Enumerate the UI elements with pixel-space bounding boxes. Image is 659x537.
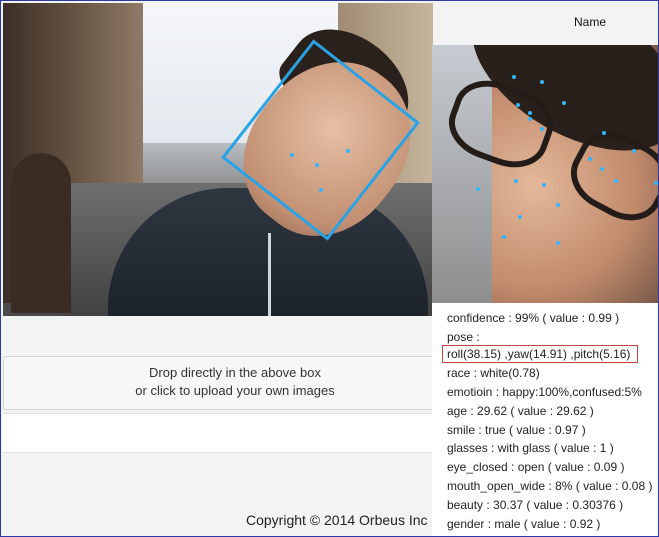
attr-gender: gender : male ( value : 0.92 ): [447, 517, 601, 531]
landmark-dot: [512, 75, 516, 79]
landmark-dot: [588, 157, 592, 161]
landmark-dot: [600, 167, 604, 171]
landmark-dot: [540, 80, 544, 84]
attr-confidence: confidence : 99% ( value : 0.99 ): [447, 311, 620, 325]
landmark-dot: [290, 153, 294, 157]
landmark-dot: [556, 241, 560, 245]
face-crop-preview: [432, 45, 658, 303]
name-column-header: Name: [574, 15, 607, 29]
landmark-dot: [540, 127, 544, 131]
attr-eye-closed: eye_closed : open ( value : 0.09 ): [447, 460, 625, 474]
divider-band: [3, 413, 433, 453]
landmark-dot: [476, 187, 480, 191]
attr-race: race : white(0.78): [447, 366, 540, 380]
attr-smile: smile : true ( value : 0.97 ): [447, 423, 586, 437]
landmark-dot: [614, 179, 618, 183]
landmark-dot: [632, 149, 636, 153]
landmark-dot: [502, 235, 506, 239]
upload-instruction-line2: or click to upload your own images: [135, 383, 335, 398]
upload-button[interactable]: Drop directly in the above box or click …: [3, 356, 437, 410]
landmark-dot: [528, 117, 532, 121]
attr-glasses: glasses : with glass ( value : 1 ): [447, 441, 614, 455]
attr-mouth-open-wide: mouth_open_wide : 8% ( value : 0.08 ): [447, 479, 653, 493]
attr-emotion: emotioin : happy:100%,confused:5%: [447, 385, 642, 399]
face-attributes-panel: confidence : 99% ( value : 0.99 ) pose :…: [432, 303, 658, 536]
upload-instruction-line1: Drop directly in the above box: [149, 365, 321, 380]
landmark-dot: [518, 215, 522, 219]
landmark-dot: [562, 101, 566, 105]
landmark-dot: [528, 111, 532, 115]
landmark-dot: [315, 163, 319, 167]
attr-age: age : 29.62 ( value : 29.62 ): [447, 404, 594, 418]
copyright-text: Copyright © 2014 Orbeus Inc: [246, 512, 428, 528]
landmark-dot: [319, 188, 323, 192]
attr-pose-value: roll(38.15) ,yaw(14.91) ,pitch(5.16): [447, 347, 631, 361]
landmark-dot: [516, 103, 520, 107]
landmark-dot: [654, 181, 658, 185]
photo-drop-area[interactable]: [3, 3, 433, 316]
attr-pose-label: pose :: [447, 330, 480, 344]
attr-beauty: beauty : 30.37 ( value : 0.30376 ): [447, 498, 624, 512]
photo-background-person: [11, 153, 71, 313]
landmark-dot: [602, 131, 606, 135]
landmark-dot: [556, 203, 560, 207]
landmark-dot: [346, 149, 350, 153]
landmark-dot: [514, 179, 518, 183]
app-window: Name Drop directly in the above box or c…: [0, 0, 659, 537]
landmark-dot: [542, 183, 546, 187]
photo-zipper: [268, 233, 271, 316]
